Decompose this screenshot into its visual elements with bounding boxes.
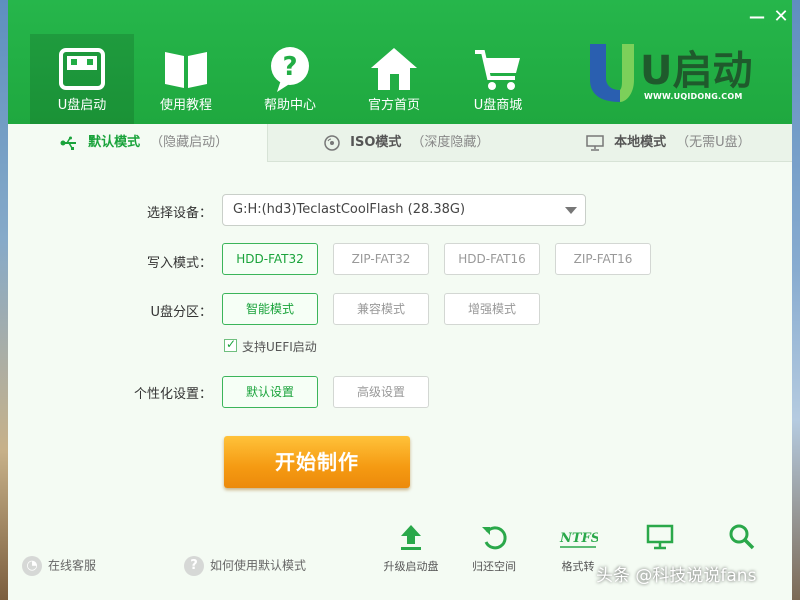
desktop-background-left (0, 0, 8, 600)
headset-icon: ◔ (22, 556, 42, 576)
svg-text:?: ? (282, 52, 297, 82)
svg-text:NTFS: NTFS (559, 531, 598, 546)
write-mode-label: 写入模式： (146, 256, 212, 271)
minimize-button[interactable]: — (748, 8, 766, 26)
upload-arrow-icon (401, 525, 421, 550)
how-to-use-link[interactable]: ? 如何使用默认模式 (184, 556, 306, 576)
watermark-text: 头条 @科技说说fans (596, 566, 757, 586)
tab-subtitle: （隐藏启动） (150, 135, 229, 150)
online-service-link[interactable]: ◔ 在线客服 (22, 556, 96, 576)
home-icon (371, 48, 417, 90)
device-select[interactable]: G:H:(hd3)TeclastCoolFlash (28.38G) (222, 194, 586, 226)
tool-upgrade-boot-disk[interactable]: 升级启动盘 (371, 522, 451, 574)
nav-label: 使用教程 (159, 98, 212, 113)
uefi-label: 支持UEFI启动 (242, 340, 317, 354)
nav-item-usb-boot[interactable]: U盘启动 (30, 34, 134, 124)
tab-default-mode[interactable]: 默认模式 （隐藏启动） (8, 124, 268, 162)
personal-option-advanced[interactable]: 高级设置 (333, 376, 429, 408)
monitor-icon (586, 134, 604, 151)
start-make-button[interactable]: 开始制作 (224, 436, 410, 488)
tool-restore-space[interactable]: 归还空间 (454, 522, 534, 574)
nav-label: U盘商城 (473, 98, 523, 113)
write-option-hdd-fat16[interactable]: HDD-FAT16 (444, 243, 540, 275)
logo-url: WWW.UQIDONG.COM (644, 92, 743, 101)
nav-item-usb-store[interactable]: U盘商城 (446, 34, 550, 124)
app-window: — ✕ U盘启动 使用教程 ? 帮助中心 官方首页 U盘商城 U启动 WWW.U… (8, 0, 792, 600)
mode-tabs: 默认模式 （隐藏启动） ISO模式 （深度隐藏） 本地模式 （无需U盘） (8, 124, 792, 162)
personalization-label: 个性化设置： (133, 387, 212, 402)
header-bar: — ✕ U盘启动 使用教程 ? 帮助中心 官方首页 U盘商城 U启动 WWW.U… (8, 0, 792, 124)
personal-option-default[interactable]: 默认设置 (222, 376, 318, 408)
logo-text: U启动 (640, 48, 752, 94)
nav-item-tutorial[interactable]: 使用教程 (134, 34, 238, 124)
tool-monitor[interactable] (620, 522, 700, 558)
monitor-icon (646, 524, 674, 550)
book-icon (165, 52, 207, 88)
tab-subtitle: （无需U盘） (676, 135, 751, 150)
write-option-zip-fat16[interactable]: ZIP-FAT16 (555, 243, 651, 275)
tab-title: 默认模式 (88, 135, 141, 150)
nav-label: U盘启动 (57, 98, 107, 113)
search-icon (729, 524, 755, 550)
online-service-label: 在线客服 (48, 558, 97, 573)
nav-item-help-center[interactable]: ? 帮助中心 (238, 34, 342, 124)
device-label: 选择设备： (146, 206, 212, 221)
usb-symbol-icon (60, 136, 76, 150)
restore-icon (482, 526, 507, 550)
tab-title: ISO模式 (350, 135, 402, 150)
disc-icon (324, 134, 340, 151)
partition-label: U盘分区： (150, 305, 212, 320)
shopping-cart-icon (475, 50, 520, 90)
ntfs-icon: NTFS (559, 531, 598, 548)
nav-item-official-home[interactable]: 官方首页 (342, 34, 446, 124)
device-value: G:H:(hd3)TeclastCoolFlash (28.38G) (233, 202, 466, 217)
tool-search[interactable] (702, 522, 782, 558)
tool-label: 归还空间 (472, 560, 516, 573)
write-option-hdd-fat32[interactable]: HDD-FAT32 (222, 243, 318, 275)
how-to-use-label: 如何使用默认模式 (210, 558, 307, 573)
uefi-checkbox[interactable]: ✓ (224, 337, 237, 352)
checkmark-icon: ✓ (226, 337, 237, 351)
help-bubble-icon: ? (271, 47, 309, 92)
nav-label: 帮助中心 (263, 98, 316, 113)
partition-option-enhanced[interactable]: 增强模式 (444, 293, 540, 325)
tab-subtitle: （深度隐藏） (411, 135, 490, 150)
nav-label: 官方首页 (367, 98, 420, 113)
partition-option-smart[interactable]: 智能模式 (222, 293, 318, 325)
chevron-down-icon (565, 207, 577, 214)
close-button[interactable]: ✕ (772, 8, 790, 26)
write-option-zip-fat32[interactable]: ZIP-FAT32 (333, 243, 429, 275)
help-circle-icon: ? (184, 556, 204, 576)
tab-iso-mode[interactable]: ISO模式 （深度隐藏） (268, 124, 530, 162)
usb-drive-icon (59, 48, 105, 90)
tool-label: 升级启动盘 (383, 560, 439, 573)
tab-title: 本地模式 (614, 135, 667, 150)
desktop-background-right (792, 0, 800, 600)
partition-option-compatible[interactable]: 兼容模式 (333, 293, 429, 325)
tab-local-mode[interactable]: 本地模式 （无需U盘） (530, 124, 792, 162)
